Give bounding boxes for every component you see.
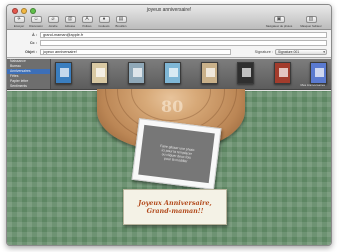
message-headers: À : grand-maman@apple.fr Cc : Objet : jo… — [7, 30, 331, 58]
chat-button[interactable]: ☺ Discussion — [29, 16, 43, 28]
stationery-thumbnail[interactable] — [309, 62, 327, 84]
cc-row: Cc : — [7, 40, 331, 47]
address-button[interactable]: @ Adresse — [63, 16, 77, 28]
cc-label: Cc : — [29, 41, 37, 45]
cc-field[interactable] — [40, 40, 327, 46]
to-row: À : grand-maman@apple.fr — [7, 32, 331, 39]
subject-label: Objet : — [24, 50, 37, 54]
chevron-down-icon: ▾ — [323, 50, 325, 54]
photo-drop-zone[interactable]: Faire glisser une photo ici pour la remp… — [138, 124, 215, 184]
stationery-thumbnail[interactable] — [200, 62, 218, 84]
greeting-line-2: Grand-maman!! — [146, 207, 204, 215]
to-field[interactable]: grand-maman@apple.fr — [40, 32, 327, 38]
to-label: À : — [31, 33, 37, 37]
chat-icon: ☺ — [30, 16, 42, 23]
subject-field[interactable]: joyeux anniversaire! — [40, 49, 231, 55]
draft-icon: ▤ — [115, 16, 127, 23]
stationery-thumbnail[interactable] — [127, 62, 145, 84]
title-bar: joyeux anniversaire! ✈ Envoyer ☺ Discuss… — [7, 5, 331, 30]
attach-button[interactable]: ⌀ Joindre — [46, 16, 60, 28]
send-icon: ✈ — [13, 16, 25, 23]
hide-stationery-button[interactable]: ▥ Masquer l'éditeur — [297, 16, 325, 28]
address-book-icon: @ — [64, 16, 76, 23]
paperclip-icon: ⌀ — [47, 16, 59, 23]
age-number: 80 — [161, 97, 184, 116]
signature-label: Signature : — [254, 50, 273, 54]
greeting-line-1: Joyeux Anniversaire, — [138, 199, 212, 207]
stationery-icon: ▥ — [305, 16, 317, 23]
message-body[interactable]: 80 Faire glisser une photo ici pour la r… — [7, 89, 331, 245]
toolbar-right: ▣ Navigateur de photos ▥ Masquer l'édite… — [265, 16, 325, 28]
stationery-category-list: Naissance Bureau Anniversaires Fêtes Pap… — [7, 59, 51, 89]
stationery-caption: Mes Anniversaires — [300, 83, 325, 87]
stationery-pane: Naissance Bureau Anniversaires Fêtes Pap… — [7, 59, 331, 90]
signature-select[interactable]: Signature 001 ▾ — [275, 49, 327, 55]
photo-browser-button[interactable]: ▣ Navigateur de photos — [265, 16, 293, 28]
draft-button[interactable]: ▤ Brouillon — [114, 16, 128, 28]
photo-placeholder[interactable]: Faire glisser une photo ici pour la remp… — [131, 118, 222, 190]
mail-compose-window: joyeux anniversaire! ✈ Envoyer ☺ Discuss… — [6, 4, 332, 246]
stationery-thumbnail[interactable] — [237, 62, 255, 84]
colors-button[interactable]: ● Couleurs — [97, 16, 111, 28]
stationery-thumbnails — [55, 62, 327, 86]
fonts-button[interactable]: A Polices — [80, 16, 94, 28]
fonts-icon: A — [81, 16, 93, 23]
colors-icon: ● — [98, 16, 110, 23]
photo-browser-icon: ▣ — [273, 16, 285, 23]
stationery-thumbnail[interactable] — [91, 62, 109, 84]
stationery-thumbnail[interactable] — [273, 62, 291, 84]
stationery-thumbnail[interactable] — [55, 62, 72, 84]
send-button[interactable]: ✈ Envoyer — [12, 16, 26, 28]
window-title: joyeux anniversaire! — [146, 7, 192, 13]
subject-row: Objet : joyeux anniversaire! Signature :… — [7, 49, 331, 56]
greeting-card[interactable]: Joyeux Anniversaire, Grand-maman!! — [123, 189, 227, 225]
category-item[interactable]: Sentiments — [7, 84, 50, 89]
stationery-thumbnail[interactable] — [164, 62, 182, 84]
signature-value: Signature 001 — [278, 50, 300, 54]
toolbar-left: ✈ Envoyer ☺ Discussion ⌀ Joindre @ Adres… — [12, 16, 128, 28]
